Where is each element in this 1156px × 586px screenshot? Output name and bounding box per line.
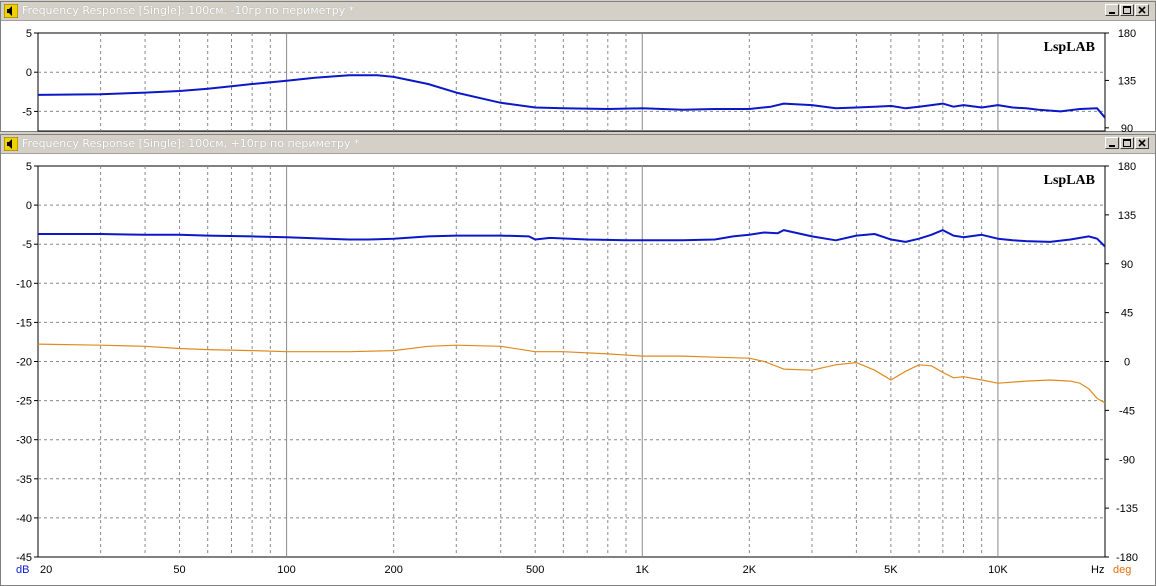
x-tick-label: 2K <box>743 564 757 576</box>
y2-tick-label: -45 <box>1119 405 1135 417</box>
y-tick-label: -45 <box>16 552 32 564</box>
window-1-title: Frequency Response [Single]: 100см. -10г… <box>22 4 355 17</box>
y-tick-label: -5 <box>22 106 32 118</box>
maximize-icon <box>1123 6 1131 14</box>
maximize-button[interactable] <box>1120 137 1134 149</box>
right-unit-label: deg <box>1113 564 1131 576</box>
window-2-title: Frequency Response [Single]: 100см, +10г… <box>22 137 360 150</box>
y-tick-label: -20 <box>16 357 32 369</box>
y2-tick-label: 45 <box>1121 308 1133 320</box>
x-tick-label: 10K <box>988 564 1008 576</box>
y-tick-label: -35 <box>16 474 32 486</box>
x-tick-label: 500 <box>526 564 544 576</box>
x-tick-label: 200 <box>384 564 402 576</box>
minimize-button[interactable] <box>1105 4 1119 16</box>
plot-area[interactable] <box>37 32 1106 132</box>
speaker-icon <box>4 137 18 151</box>
y2-tick-label: -135 <box>1116 503 1138 515</box>
lsplab-watermark: LspLAB <box>1044 40 1095 55</box>
x-tick-label: 1K <box>636 564 650 576</box>
window-2: Frequency Response [Single]: 100см, +10г… <box>0 134 1156 586</box>
y-tick-label: -10 <box>16 278 32 290</box>
close-icon <box>1138 6 1146 14</box>
x-tick-label: 100 <box>277 564 295 576</box>
y2-tick-label: -180 <box>1116 552 1138 564</box>
y2-tick-label: 135 <box>1118 75 1136 87</box>
y2-tick-label: -90 <box>1119 454 1135 466</box>
minimize-icon <box>1109 145 1115 147</box>
x-tick-label: 20 <box>40 564 52 576</box>
minimize-button[interactable] <box>1105 137 1119 149</box>
maximize-icon <box>1123 139 1131 147</box>
lsplab-watermark: LspLAB <box>1044 173 1095 188</box>
window-1-titlebar[interactable]: Frequency Response [Single]: 100см. -10г… <box>1 2 1155 21</box>
y-tick-label: -15 <box>16 317 32 329</box>
y2-tick-label: 90 <box>1121 123 1133 132</box>
y2-tick-label: 180 <box>1118 161 1136 173</box>
minimize-icon <box>1109 12 1115 14</box>
y-tick-label: 5 <box>26 28 32 40</box>
y-tick-label: 0 <box>26 67 32 79</box>
y2-tick-label: 90 <box>1121 259 1133 271</box>
close-icon <box>1138 139 1146 147</box>
y2-tick-label: 180 <box>1118 28 1136 40</box>
y-tick-label: -5 <box>22 239 32 251</box>
frequency-response-chart-1[interactable]: 5 0 -5 180 135 90 LspLAB <box>1 21 1155 132</box>
close-button[interactable] <box>1135 137 1149 149</box>
x-tick-label: 50 <box>173 564 185 576</box>
close-button[interactable] <box>1135 4 1149 16</box>
window-1: Frequency Response [Single]: 100см. -10г… <box>0 1 1156 132</box>
window-2-titlebar[interactable]: Frequency Response [Single]: 100см, +10г… <box>1 135 1155 154</box>
y-tick-label: 0 <box>26 200 32 212</box>
y2-tick-label: 0 <box>1124 357 1130 369</box>
maximize-button[interactable] <box>1120 4 1134 16</box>
y2-tick-label: 135 <box>1118 210 1136 222</box>
speaker-icon <box>4 4 18 18</box>
x-unit-label: Hz <box>1091 564 1104 576</box>
x-tick-label: 5K <box>884 564 898 576</box>
frequency-response-chart-2[interactable]: 50-5-10-15-20-25-30-35-40-4518013590450-… <box>1 154 1155 585</box>
left-unit-label: dB <box>16 564 29 576</box>
y-tick-label: -25 <box>16 396 32 408</box>
y-tick-label: -40 <box>16 513 32 525</box>
y-tick-label: -30 <box>16 435 32 447</box>
y-tick-label: 5 <box>26 161 32 173</box>
